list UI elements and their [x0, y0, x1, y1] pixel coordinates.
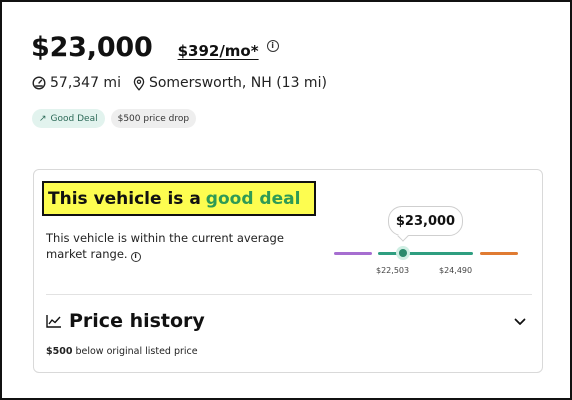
monthly-payment-link[interactable]: $392/mo* [178, 42, 259, 60]
price-drop-badge: $500 price drop [110, 109, 197, 128]
deal-rating-card: This vehicle is a good deal This vehicle… [33, 169, 543, 373]
deal-description: This vehicle is within the current avera… [46, 230, 296, 262]
range-high-label: $24,490 [439, 266, 473, 275]
deal-headline-rating: good deal [205, 188, 301, 209]
price-drop-text: below original listed price [75, 346, 198, 357]
good-deal-badge: ↗ Good Deal [32, 109, 105, 128]
line-chart-icon [46, 315, 61, 328]
vehicle-meta: 57,347 mi Somersworth, NH (13 mi) [32, 75, 327, 91]
in-market-segment [378, 252, 473, 255]
info-icon[interactable]: i [266, 40, 279, 52]
market-range-graphic: $23,000 $22,503 $24,490 [334, 206, 524, 280]
location: Somersworth, NH (13 mi) [133, 75, 327, 91]
deal-tags: ↗ Good Deal $500 price drop [32, 109, 197, 128]
mileage-text: 57,347 mi [50, 75, 121, 91]
section-divider [46, 294, 532, 295]
vehicle-price: $23,000 [31, 32, 153, 63]
deal-headline-prefix: This vehicle is a [48, 188, 201, 209]
good-deal-badge-label: Good Deal [50, 113, 98, 124]
price-marker-dot [396, 246, 410, 260]
deal-description-text: This vehicle is within the current avera… [46, 231, 284, 261]
price-history-header[interactable]: Price history [46, 310, 205, 332]
below-market-segment [334, 252, 372, 255]
info-icon[interactable]: i [130, 251, 141, 262]
chevron-down-icon[interactable] [514, 318, 526, 326]
mileage: 57,347 mi [32, 75, 121, 91]
price-row: $23,000 $392/mo* i [31, 32, 279, 63]
price-drop-amount: $500 [46, 346, 73, 357]
location-pin-icon [133, 76, 145, 91]
price-history-title: Price history [69, 310, 205, 332]
location-text: Somersworth, NH (13 mi) [148, 75, 327, 91]
deal-headline: This vehicle is a good deal [42, 181, 316, 216]
screenshot-frame: $23,000 $392/mo* i 57,347 mi Somersworth… [0, 0, 572, 400]
odometer-icon [32, 76, 46, 90]
price-history-summary: $500 below original listed price [46, 346, 198, 357]
price-marker-label: $23,000 [388, 206, 463, 236]
above-market-segment [480, 252, 518, 255]
trend-arrow-icon: ↗ [39, 113, 47, 124]
range-low-label: $22,503 [376, 266, 410, 275]
